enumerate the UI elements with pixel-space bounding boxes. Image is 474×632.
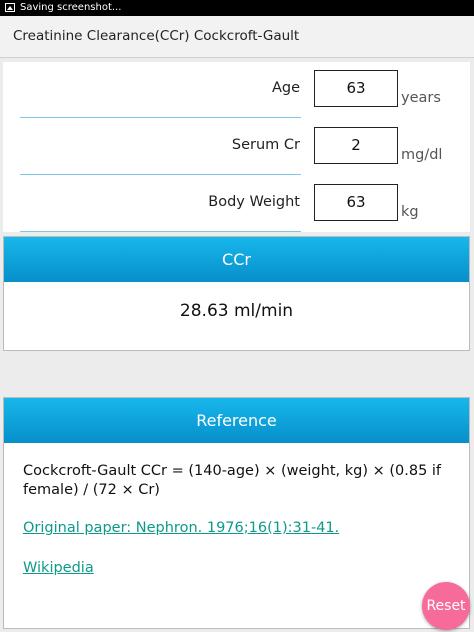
original-paper-link[interactable]: Original paper: Nephron. 1976;16(1):31-4… <box>23 520 339 536</box>
serum-cr-unit: mg/dl <box>401 147 443 163</box>
age-unit: years <box>401 90 441 106</box>
reference-header: Reference <box>4 398 469 443</box>
ccr-value: 28.63 ml/min <box>179 301 294 321</box>
serum-cr-input[interactable]: 2 <box>314 127 398 164</box>
body-weight-row: Body Weight 63 kg <box>3 176 470 232</box>
status-text: Saving screenshot... <box>20 2 122 13</box>
age-row: Age 63 years <box>3 62 470 118</box>
app-bar: Creatinine Clearance(CCr) Cockcroft-Gaul… <box>0 16 474 58</box>
serum-cr-row: Serum Cr 2 mg/dl <box>3 119 470 175</box>
body-weight-input[interactable]: 63 <box>314 184 398 221</box>
reference-panel: Reference Cockcroft-Gault CCr = (140-age… <box>3 397 470 629</box>
age-input[interactable]: 63 <box>314 70 398 107</box>
age-label: Age <box>271 80 300 96</box>
image-icon <box>5 3 15 12</box>
ccr-result-panel: CCr 28.63 ml/min <box>3 236 470 351</box>
body-weight-underline <box>20 231 301 232</box>
body-weight-unit: kg <box>401 204 419 220</box>
wikipedia-link[interactable]: Wikipedia <box>23 560 94 576</box>
input-card: Age 63 years Serum Cr 2 mg/dl Body Weigh… <box>3 62 470 232</box>
status-bar: Saving screenshot... <box>0 0 474 16</box>
serum-cr-underline <box>20 174 301 175</box>
serum-cr-label: Serum Cr <box>231 137 300 153</box>
formula-text: Cockcroft-Gault CCr = (140-age) × (weigh… <box>23 463 442 498</box>
app-title: Creatinine Clearance(CCr) Cockcroft-Gaul… <box>13 28 300 44</box>
ccr-header: CCr <box>4 237 469 282</box>
body-weight-label: Body Weight <box>208 194 300 210</box>
age-underline <box>20 117 301 118</box>
reset-button[interactable]: Reset <box>422 582 470 630</box>
